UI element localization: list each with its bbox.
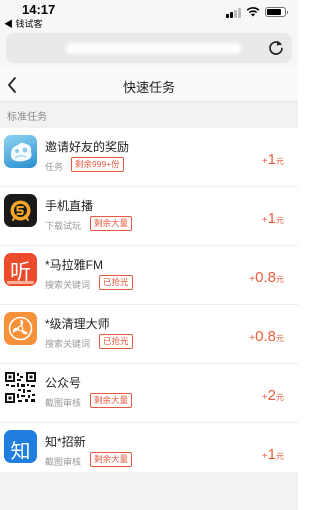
- task-name: 公众号: [45, 376, 82, 390]
- task-reward: +2元: [261, 387, 284, 404]
- task-quota-badge: 剩余大量: [90, 216, 133, 231]
- battery-icon: [265, 7, 288, 17]
- task-type: 搜索关键词: [45, 339, 91, 349]
- task-type: 任务: [45, 162, 64, 172]
- nav-bar: 快速任务: [0, 68, 298, 102]
- task-type: 下载试玩: [45, 221, 82, 231]
- ting-fm-app-icon: 听: [4, 253, 37, 286]
- task-reward: +0.8元: [249, 328, 284, 345]
- browser-toolbar: [0, 30, 298, 68]
- task-type: 截图审核: [45, 398, 82, 408]
- task-item-live[interactable]: 手机直播 下载试玩 剩余大量 +1元: [0, 187, 298, 246]
- wifi-icon: [246, 7, 260, 17]
- task-name: 手机直播: [45, 199, 94, 213]
- task-quota-badge: 已抢光: [99, 334, 133, 349]
- section-header: 标准任务: [0, 102, 298, 128]
- task-type: 搜索关键词: [45, 280, 91, 290]
- task-list: 邀请好友的奖励 任务 剩余999+份 +1元 手机直播 下载试玩 剩余大量 +1…: [0, 128, 298, 482]
- invite-friends-icon: [4, 135, 37, 168]
- task-reward: +1元: [261, 210, 284, 227]
- cleaner-fan-icon: [4, 312, 37, 345]
- task-reward: +1元: [261, 446, 284, 463]
- task-name: *级清理大师: [45, 317, 110, 331]
- url-bar[interactable]: [6, 33, 292, 63]
- task-reward: +1元: [261, 151, 284, 168]
- reload-icon[interactable]: [267, 38, 285, 58]
- live-stream-app-icon: [4, 194, 37, 227]
- qr-code-icon: [4, 371, 37, 404]
- task-name: 知*招新: [45, 435, 86, 449]
- page-background: [0, 472, 298, 510]
- url-text-redacted: [66, 43, 241, 54]
- task-item-invite[interactable]: 邀请好友的奖励 任务 剩余999+份 +1元: [0, 128, 298, 187]
- task-name: 邀请好友的奖励: [45, 140, 130, 154]
- task-quota-badge: 已抢光: [99, 275, 133, 290]
- status-bar: 14:17 ◀ 钱试客: [0, 0, 298, 30]
- task-item-cleaner[interactable]: *级清理大师 搜索关键词 已抢光 +0.8元: [0, 305, 298, 364]
- task-quota-badge: 剩余大量: [90, 393, 133, 408]
- task-quota-badge: 剩余大量: [90, 452, 133, 467]
- task-name: *马拉雅FM: [45, 258, 103, 272]
- page-title: 快速任务: [122, 80, 175, 95]
- task-item-fm[interactable]: 听 *马拉雅FM 搜索关键词 已抢光 +0.8元: [0, 246, 298, 305]
- back-to-app-link[interactable]: ◀ 钱试客: [4, 17, 43, 30]
- section-label: 标准任务: [7, 112, 47, 123]
- task-reward: +0.8元: [249, 269, 284, 286]
- task-type: 截图审核: [45, 457, 82, 467]
- status-time: 14:17: [22, 2, 56, 17]
- zhi-app-icon: 知: [4, 430, 37, 463]
- task-quota-badge: 剩余999+份: [71, 157, 124, 172]
- task-item-wechat-account[interactable]: 公众号 截图审核 剩余大量 +2元: [0, 364, 298, 423]
- status-icons: [226, 6, 288, 18]
